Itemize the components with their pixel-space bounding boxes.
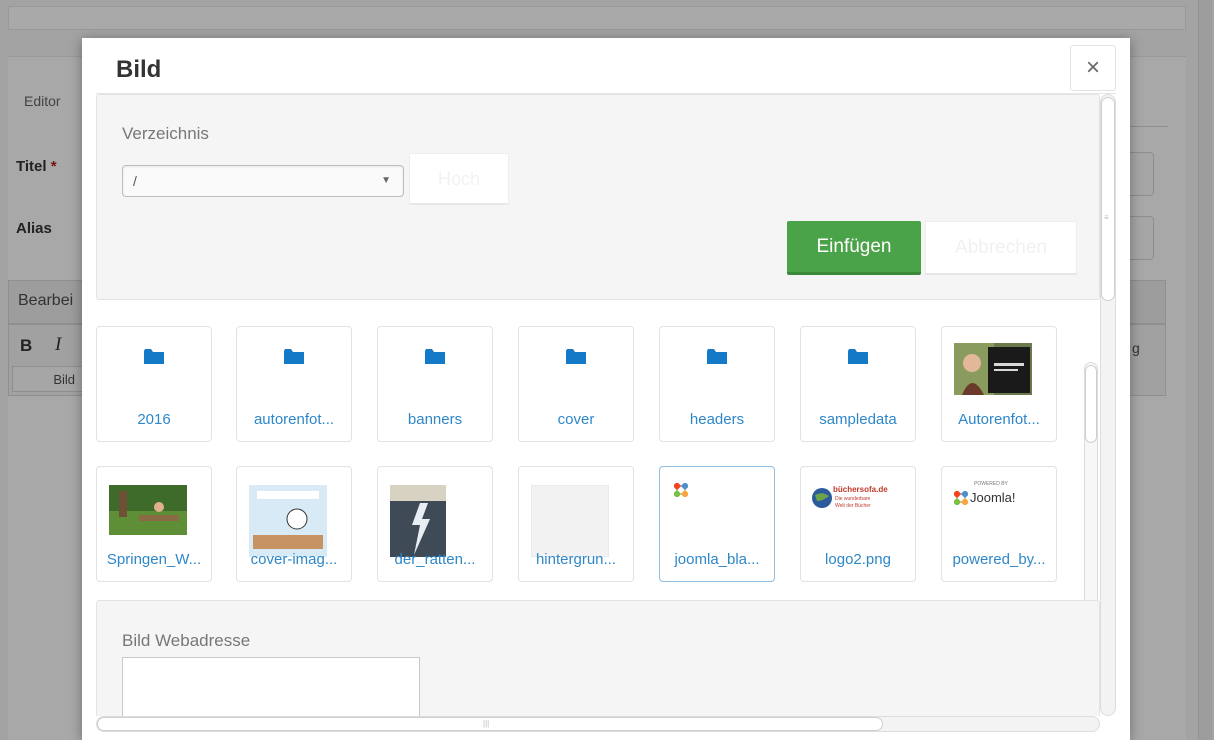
background-alias-input <box>1128 216 1154 260</box>
media-item-label: Autorenfot... <box>958 411 1040 428</box>
media-item[interactable]: cover <box>518 326 634 442</box>
background-divider <box>1128 126 1168 127</box>
background-texture-thumbnail <box>531 485 609 557</box>
directory-panel: Verzeichnis / ▼ Hoch Einfügen Abbrechen <box>96 94 1100 300</box>
media-item-label: cover <box>557 411 595 428</box>
folder-icon <box>848 349 868 364</box>
background-title-input <box>1128 152 1154 196</box>
media-item[interactable]: POWERED BY Joomla! powered_by... <box>941 466 1057 582</box>
media-item-selected[interactable]: joomla_bla... <box>659 466 775 582</box>
media-item[interactable]: der_ratten... <box>377 466 493 582</box>
image-modal: Bild × Verzeichnis / ▼ Hoch Einfügen Abb… <box>82 38 1130 740</box>
background-bild-button: Bild <box>12 366 86 392</box>
media-item-label: Springen_W... <box>106 551 202 568</box>
media-item-label: logo2.png <box>825 551 891 568</box>
insert-button[interactable]: Einfügen <box>787 221 921 275</box>
folder-icon <box>284 349 304 364</box>
background-text-fragment: g <box>1132 340 1140 356</box>
scroll-grip-icon: ||| <box>483 719 490 728</box>
media-item[interactable]: banners <box>377 326 493 442</box>
media-item-label: headers <box>689 411 745 428</box>
image-url-input[interactable] <box>122 657 420 716</box>
springen-thumbnail <box>109 485 187 535</box>
media-item-label: powered_by... <box>952 551 1046 568</box>
modal-title: Bild <box>116 56 162 83</box>
scroll-grip-icon: ≡ <box>1104 213 1109 222</box>
media-item[interactable]: sampledata <box>800 326 916 442</box>
folder-icon <box>144 349 164 364</box>
media-item[interactable]: hintergrun... <box>518 466 634 582</box>
media-item[interactable]: 2016 <box>96 326 212 442</box>
background-alias-label: Alias <box>16 220 52 237</box>
close-button[interactable]: × <box>1070 45 1116 91</box>
modal-vertical-scrollbar[interactable]: ≡ <box>1100 94 1116 716</box>
media-item-label: cover-imag... <box>250 551 338 568</box>
up-button[interactable]: Hoch <box>409 153 509 205</box>
joomla-logo-icon <box>674 483 688 497</box>
folder-icon <box>707 349 727 364</box>
modal-body: Verzeichnis / ▼ Hoch Einfügen Abbrechen … <box>96 94 1100 716</box>
media-item-label: autorenfot... <box>253 411 335 428</box>
close-icon: × <box>1085 54 1100 81</box>
powered-by-joomla-logo: POWERED BY Joomla! <box>954 481 1046 511</box>
media-item-label: 2016 <box>137 411 171 428</box>
media-item[interactable]: cover-imag... <box>236 466 352 582</box>
cancel-button[interactable]: Abbrechen <box>925 221 1077 275</box>
modal-horizontal-scrollbar-thumb[interactable] <box>97 717 883 731</box>
background-title-label: Titel * <box>16 158 57 175</box>
media-item-label: sampledata <box>819 411 897 428</box>
directory-select[interactable]: / ▼ <box>122 165 404 197</box>
globe-icon <box>812 488 832 508</box>
book-cover-thumbnail <box>390 485 446 557</box>
background-edit-label: Bearbei <box>18 292 74 309</box>
modal-vertical-scrollbar-thumb[interactable] <box>1101 97 1115 301</box>
folder-icon <box>566 349 586 364</box>
media-item[interactable]: Autorenfot... <box>941 326 1057 442</box>
buechersofa-logo: büchersofa.de Die wunderbare Welt der Bü… <box>811 485 907 519</box>
media-item[interactable]: headers <box>659 326 775 442</box>
media-grid-scrollbar[interactable] <box>1084 362 1098 620</box>
joomla-logo-icon <box>954 491 968 505</box>
background-tab-editor: Editor <box>24 93 61 109</box>
background-bold-button: B <box>20 336 33 355</box>
folder-icon <box>425 349 445 364</box>
media-item[interactable]: autorenfot... <box>236 326 352 442</box>
background-italic-button: I <box>55 334 62 355</box>
url-panel: Bild Webadresse <box>96 600 1100 716</box>
background-scrollbar <box>1198 0 1212 740</box>
media-item[interactable]: büchersofa.de Die wunderbare Welt der Bü… <box>800 466 916 582</box>
media-item[interactable]: Springen_W... <box>96 466 212 582</box>
directory-select-value: / <box>133 173 137 189</box>
media-item-label: banners <box>407 411 463 428</box>
image-url-label: Bild Webadresse <box>122 631 251 650</box>
author-photo-thumbnail <box>954 343 1032 395</box>
media-item-label: joomla_bla... <box>674 551 760 568</box>
media-grid-scrollbar-thumb[interactable] <box>1085 365 1097 443</box>
chevron-down-icon: ▼ <box>381 175 391 186</box>
cover-image-thumbnail <box>249 485 327 557</box>
background-topbar <box>8 6 1186 30</box>
media-item-label: der_ratten... <box>394 551 476 568</box>
modal-horizontal-scrollbar[interactable]: ||| <box>96 716 1100 732</box>
media-item-label: hintergrun... <box>535 551 617 568</box>
directory-label: Verzeichnis <box>122 124 209 143</box>
